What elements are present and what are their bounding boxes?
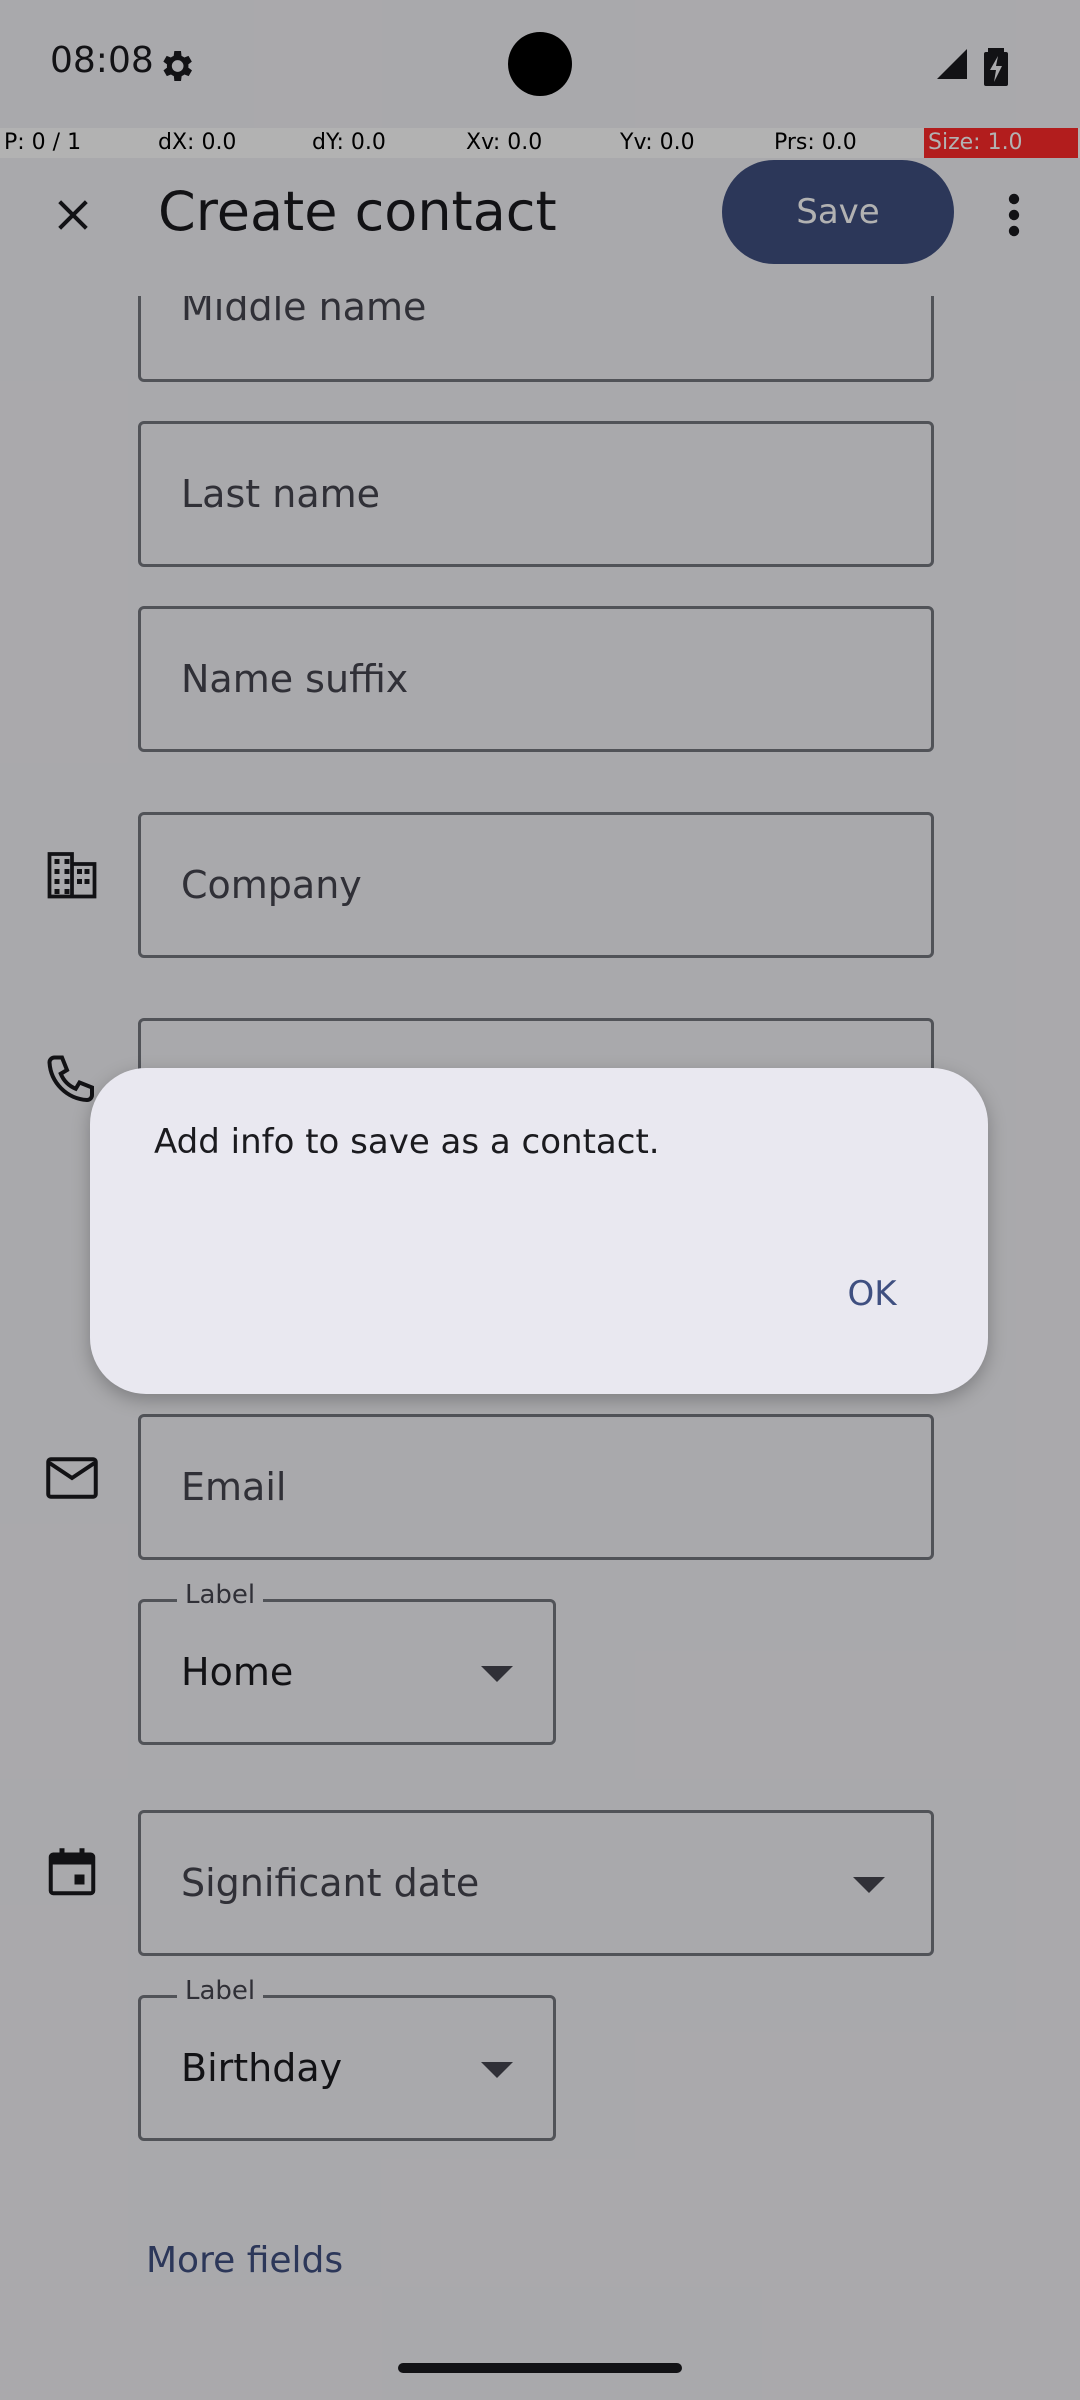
alert-dialog: Add info to save as a contact. OK bbox=[90, 1068, 988, 1394]
ok-button[interactable]: OK bbox=[802, 1254, 942, 1334]
dialog-message: Add info to save as a contact. bbox=[154, 1122, 660, 1162]
create-contact-screen: 08:08 P: 0 / 1 dX: 0.0 dY: 0.0 Xv: 0.0 Y… bbox=[0, 0, 1080, 2400]
